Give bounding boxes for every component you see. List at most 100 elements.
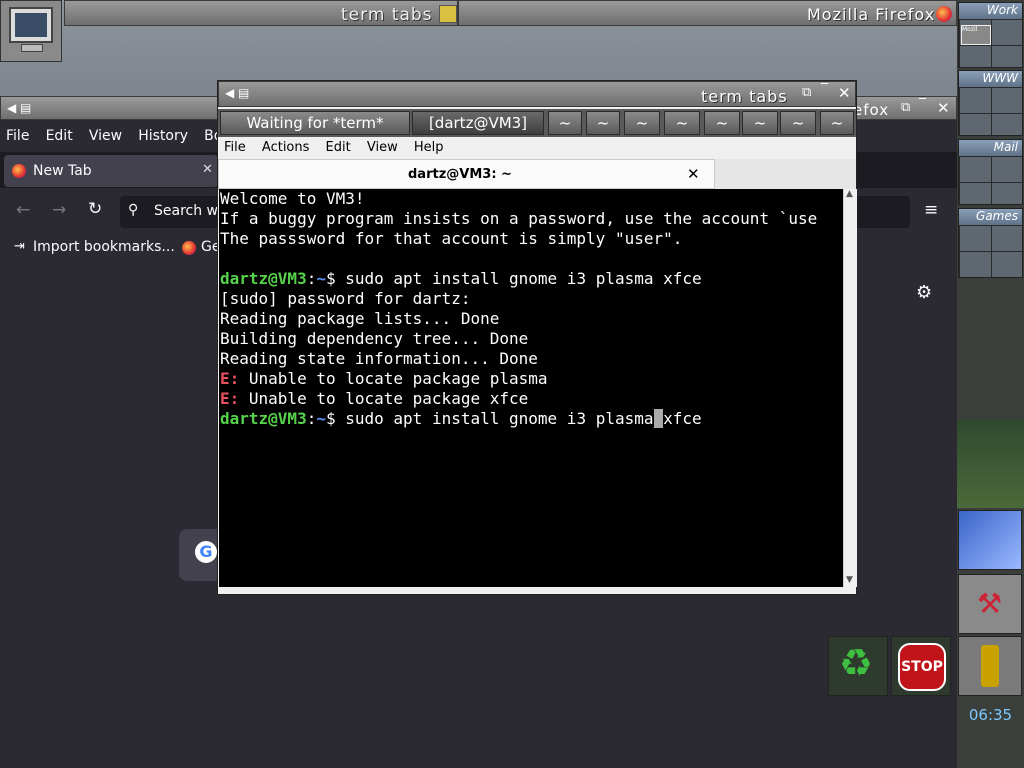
tab-empty[interactable]: ~ [624,111,660,135]
mini-window[interactable]: Mozil [961,25,991,45]
hamburger-menu-icon[interactable]: ≡ [924,200,938,220]
menu-file[interactable]: File [224,140,246,155]
tab-empty-label: ~ [753,114,767,132]
terminal-window: ◀ ▤ term tabs ⧉ ‾ ✕ Waiting for *term* [… [217,80,857,595]
bookmark-import[interactable]: Import bookmarks... [33,239,175,255]
hammer-glyph: ⚒ [977,587,1003,620]
back-icon[interactable]: ← [16,200,30,220]
tab-empty[interactable]: ~ [780,111,816,135]
terminal-screen[interactable]: Welcome to VM3! If a buggy program insis… [219,189,844,587]
prompt-user: dartz@VM3 [220,269,307,288]
close-icon[interactable]: ✕ [937,99,950,117]
command-input: sudo apt install gnome i3 plasma [345,409,654,428]
afterstep-logo-icon[interactable] [958,510,1022,570]
desk-mail[interactable]: Mail [958,139,1023,205]
terminal-menubar: File Actions Edit View Help [218,137,856,159]
reload-icon[interactable]: ↻ [88,199,102,219]
error-message: Unable to locate package xfce [239,389,529,408]
traffic-light-icon[interactable] [958,636,1022,696]
monitor-icon[interactable] [0,0,62,62]
desk-grid [959,87,1022,135]
settings-gear-icon[interactable]: ⚙ [916,282,932,303]
term-tabs-topbar-label: term tabs [341,5,433,25]
prompt-dollar: $ [325,409,346,428]
menu-help[interactable]: Help [414,140,444,155]
stop-sign-icon[interactable]: STOP [891,636,951,696]
menu-history[interactable]: History [138,128,188,144]
tab-empty-label: ~ [558,114,572,132]
menu-file[interactable]: File [6,128,29,144]
google-icon: G [195,541,217,563]
restore-icon[interactable]: ⧉ [802,85,811,100]
term-tabs-topbar[interactable]: term tabs [64,0,458,26]
terminal-line: Reading package lists... Done [220,309,500,328]
tab-empty[interactable]: ~ [548,111,582,135]
minimize-icon[interactable]: ‾ [919,97,926,113]
menu-view[interactable]: View [367,140,398,155]
desk-grid [959,225,1022,277]
url-bar-placeholder: Search w [154,203,218,219]
stop-sign-shape: STOP [898,643,946,691]
tab-close-icon[interactable]: ✕ [687,165,700,183]
terminal-titlebar[interactable]: ◀ ▤ term tabs ⧉ ‾ ✕ [218,81,856,107]
tab-empty[interactable]: ~ [586,111,620,135]
terminal-line: The passsword for that account is simply… [220,229,683,248]
firefox-topbar[interactable]: Mozilla Firefox [458,0,957,26]
desk-label: Mail [959,140,1022,156]
firefox-topbar-label: Mozilla Firefox [807,5,936,24]
tab-close-icon[interactable]: ✕ [202,162,213,177]
forward-icon[interactable]: → [52,200,66,220]
terminal-line: [sudo] password for dartz: [220,289,471,308]
prompt-separator: : [306,409,317,428]
minimize-icon[interactable]: ‾ [821,82,828,98]
terminal-line: Welcome to VM3! [220,189,365,208]
menu-edit[interactable]: Edit [326,140,351,155]
error-prefix: E: [220,369,240,388]
tab-waiting-label: Waiting for *term* [246,114,384,132]
tab-waiting-term[interactable]: Waiting for *term* [220,111,410,135]
tab-dartz-vm3[interactable]: [dartz@VM3] [412,111,544,135]
desk-label: Games [959,209,1022,225]
menu-edit[interactable]: Edit [46,128,73,144]
desk-label: Work [959,3,1022,19]
terminal-line: If a buggy program insists on a password… [220,209,818,228]
tab-empty[interactable]: ~ [664,111,700,135]
scroll-up-icon[interactable]: ▲ [846,189,853,199]
desk-grid [959,156,1022,204]
tab-label: New Tab [33,163,92,179]
window-menu-icon[interactable]: ◀ ▤ [7,101,31,115]
text-cursor: _ [653,409,664,428]
menu-view[interactable]: View [89,128,122,144]
menu-actions[interactable]: Actions [262,140,310,155]
recycle-icon[interactable]: ♻ [828,636,888,696]
tab-empty-label: ~ [675,114,689,132]
terminal-titlebar-label: term tabs [701,87,788,106]
tab-empty[interactable]: ~ [704,111,740,135]
desk-work[interactable]: Work Mozil [958,2,1023,68]
tab-dartz-home[interactable]: dartz@VM3: ~ ✕ [218,159,715,189]
prompt-user: dartz@VM3 [220,409,307,428]
tab-empty[interactable]: ~ [820,111,854,135]
tab-new-tab[interactable]: New Tab ✕ [4,155,218,187]
window-menu-icon[interactable]: ◀ ▤ [225,86,249,100]
tab-empty-label: ~ [791,114,805,132]
desk-games[interactable]: Games [958,208,1023,278]
terminal-scrollbar[interactable]: ▲ ▼ [843,189,857,587]
afterstep-pager: Work Mozil WWW Mail Games ⚒ 06:35 [957,0,1024,768]
firefox-icon [12,164,26,178]
terminal-tabhead: dartz@VM3: ~ ✕ [218,159,856,190]
restore-icon[interactable]: ⧉ [901,100,910,115]
prompt-path: ~ [316,409,326,428]
scroll-down-icon[interactable]: ▼ [846,575,853,585]
tab-empty-label: ~ [635,114,649,132]
error-message: Unable to locate package plasma [239,369,548,388]
tools-hammer-icon[interactable]: ⚒ [958,574,1022,634]
command: sudo apt install gnome i3 plasma xfce [345,269,702,288]
firefox-icon [182,241,196,255]
tab-empty-label: ~ [596,114,610,132]
close-icon[interactable]: ✕ [838,84,851,102]
desk-www[interactable]: WWW [958,70,1023,136]
tab-dartz-label: [dartz@VM3] [428,114,528,132]
tab-empty[interactable]: ~ [742,111,778,135]
traffic-light-glyph [981,645,999,687]
